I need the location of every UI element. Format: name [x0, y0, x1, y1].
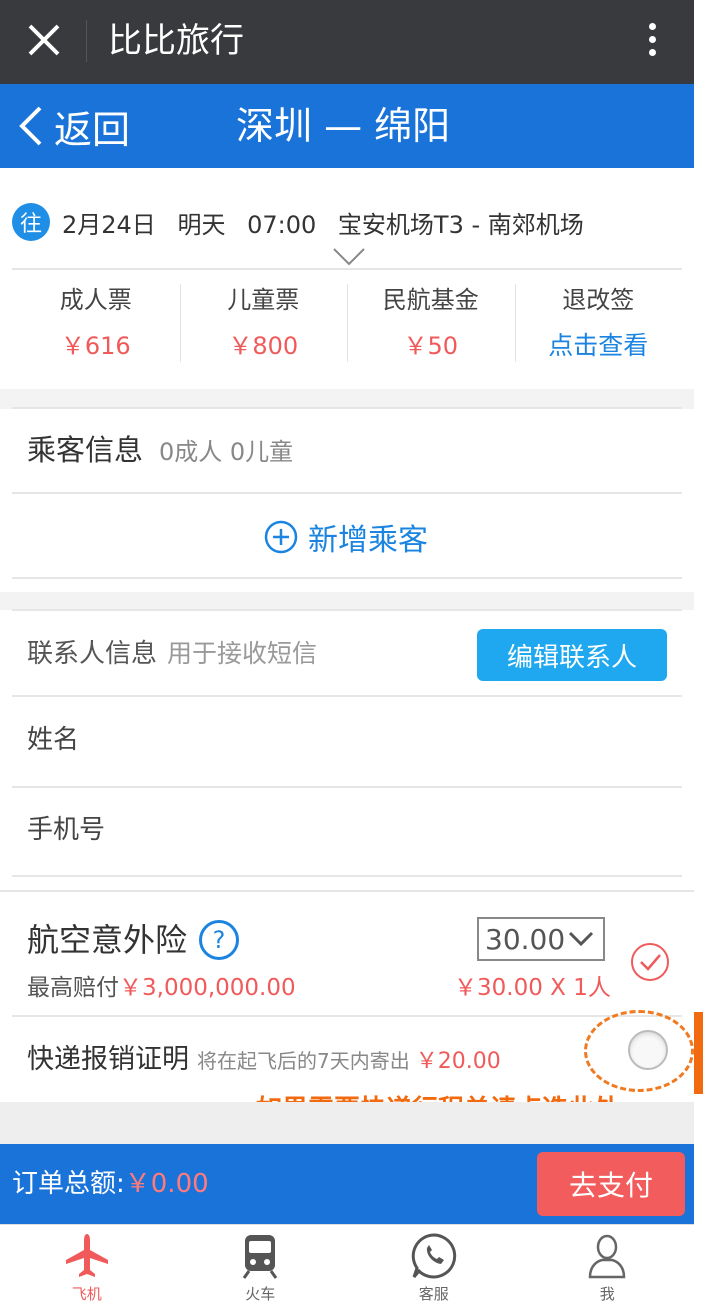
annotation-bar — [694, 1012, 703, 1094]
total-label: 订单总额: — [12, 1169, 125, 1199]
max-payout-value: ￥3,000,000.00 — [119, 975, 296, 1001]
app-title: 比比旅行 — [108, 21, 244, 61]
section-gap — [0, 1102, 694, 1144]
titlebar-divider — [86, 20, 87, 62]
flight-airports: 宝安机场T3 - 南郊机场 — [337, 210, 584, 239]
total-value: ￥0.00 — [124, 1169, 209, 1199]
contact-section-title: 联系人信息 用于接收短信 — [27, 634, 317, 674]
plane-icon — [65, 1234, 108, 1277]
passenger-title: 乘客信息 — [27, 433, 144, 467]
express-title: 快递报销证明 — [27, 1044, 189, 1075]
insurance-price: ￥30.00 X 1人 — [454, 975, 611, 1001]
close-icon[interactable] — [22, 18, 66, 62]
fare-value: ￥50 — [403, 332, 459, 360]
fare-value: ￥616 — [60, 332, 131, 360]
tab-label: 客服 — [418, 1285, 449, 1303]
route-title: 深圳 — 绵阳 — [236, 104, 451, 148]
passenger-section-title: 乘客信息 0成人 0儿童 — [27, 428, 293, 474]
tab-train[interactable]: 火车 — [174, 1225, 348, 1309]
divider — [12, 609, 682, 611]
wechat-titlebar: 比比旅行 — [0, 0, 694, 84]
order-total: 订单总额:￥0.00 — [12, 1164, 209, 1204]
fare-label: 退改签 — [562, 286, 635, 314]
help-icon[interactable]: ? — [199, 920, 240, 960]
outbound-badge: 往 — [12, 203, 50, 241]
tab-label: 火车 — [245, 1285, 276, 1303]
insurance-selected-value: 30.00 — [485, 922, 566, 956]
express-subtitle: 将在起飞后的7天内寄出 — [197, 1049, 410, 1073]
highlight-ring — [584, 1010, 694, 1092]
fare-adult: 成人票 ￥616 — [12, 272, 180, 368]
edit-contact-button[interactable]: 编辑联系人 — [477, 629, 667, 681]
flight-summary[interactable]: 往 2月24日 明天 07:00 宝安机场T3 - 南郊机场 — [12, 202, 598, 242]
fare-refund-policy: 退改签 点击查看 — [514, 272, 683, 368]
divider — [12, 268, 682, 270]
chevron-left-icon — [19, 106, 42, 146]
view-refund-policy-link[interactable]: 点击查看 — [515, 330, 683, 362]
tab-plane[interactable]: 飞机 — [0, 1225, 174, 1309]
insurance-amount-select[interactable]: 30.00 — [477, 917, 605, 961]
divider — [12, 1015, 682, 1017]
fare-child: 儿童票 ￥800 — [179, 272, 348, 368]
fare-label: 成人票 — [59, 286, 132, 314]
pay-button[interactable]: 去支付 — [537, 1152, 685, 1216]
order-total-bar: 订单总额:￥0.00 去支付 — [0, 1144, 694, 1224]
fare-fund: 民航基金 ￥50 — [347, 272, 515, 368]
plus-circle-icon — [264, 520, 298, 554]
insurance-title-row: 航空意外险 ? — [27, 916, 240, 964]
fare-summary: 成人票 ￥616 儿童票 ￥800 民航基金 ￥50 退改签 点击查看 — [12, 272, 682, 368]
fare-label: 民航基金 — [382, 286, 479, 314]
flight-date: 2月24日 — [62, 210, 156, 239]
user-icon — [588, 1234, 626, 1279]
more-menu-icon[interactable] — [640, 20, 664, 64]
contact-subtitle: 用于接收短信 — [167, 639, 318, 668]
chevron-down-icon[interactable] — [332, 247, 366, 267]
route-header: 返回 深圳 — 绵阳 — [0, 84, 694, 168]
flight-time: 07:00 — [247, 210, 317, 239]
customer-service-icon — [411, 1233, 456, 1279]
divider — [12, 786, 682, 788]
fare-label: 儿童票 — [227, 286, 300, 314]
checked-circle-icon[interactable] — [630, 942, 670, 982]
chevron-down-icon — [569, 931, 594, 947]
back-label: 返回 — [54, 107, 131, 152]
back-button[interactable]: 返回 — [16, 100, 130, 152]
flight-day: 明天 — [177, 210, 226, 239]
tab-me[interactable]: 我 — [521, 1225, 695, 1309]
add-passenger-button[interactable]: 新增乘客 — [264, 514, 428, 560]
tab-label: 我 — [599, 1285, 615, 1303]
passenger-count: 0成人 0儿童 — [159, 438, 294, 466]
divider — [12, 875, 682, 877]
booking-page: 比比旅行 返回 深圳 — 绵阳 往 2月24日 明天 07:00 宝安机场T3 … — [0, 0, 703, 1309]
insurance-title: 航空意外险 — [27, 921, 188, 959]
divider — [12, 492, 682, 494]
train-icon — [243, 1235, 278, 1279]
express-row: 快递报销证明 将在起飞后的7天内寄出 ￥20.00 — [27, 1038, 501, 1084]
express-price: ￥20.00 — [415, 1049, 501, 1074]
divider — [12, 407, 682, 409]
fare-value: ￥800 — [228, 332, 299, 360]
divider — [12, 577, 682, 579]
tab-label: 飞机 — [71, 1285, 102, 1303]
contact-title: 联系人信息 — [27, 639, 158, 669]
tab-customer-service[interactable]: 客服 — [347, 1225, 521, 1309]
divider — [12, 695, 682, 697]
max-payout-label: 最高赔付 — [27, 975, 119, 1001]
phone-field[interactable]: 手机号 — [27, 810, 105, 850]
section-gap — [0, 890, 694, 892]
add-passenger-label: 新增乘客 — [308, 523, 428, 558]
bottom-tabbar: 飞机 火车 客服 我 — [0, 1224, 694, 1309]
section-gap — [0, 389, 694, 409]
section-gap — [0, 592, 694, 610]
name-field[interactable]: 姓名 — [27, 720, 79, 760]
insurance-max-payout: 最高赔付￥3,000,000.00 — [27, 970, 296, 1006]
